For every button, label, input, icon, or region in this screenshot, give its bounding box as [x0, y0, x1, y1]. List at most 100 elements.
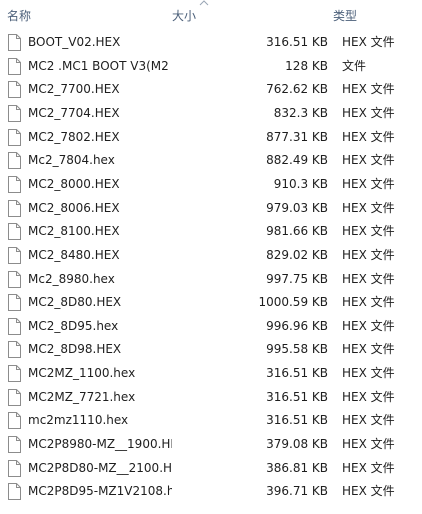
file-name: MC2_8100.HEX — [28, 224, 120, 239]
file-name: BOOT_V02.HEX — [28, 35, 121, 49]
file-row[interactable]: MC2_7704.HEX 832.3 KB HEX 文件 — [0, 103, 422, 127]
column-header-type[interactable]: 类型 — [333, 9, 357, 23]
file-type: HEX 文件 — [342, 460, 395, 475]
file-row[interactable]: MC2_7700.HEX 762.62 KB HEX 文件 — [0, 79, 422, 103]
file-name: mc2mz1110.hex — [28, 413, 129, 428]
file-type: 文件 — [342, 58, 367, 73]
file-icon — [8, 436, 21, 454]
file-type: HEX 文件 — [342, 295, 395, 310]
file-name: MC2P8980-MZ__1900.HE — [28, 437, 172, 452]
file-size: 832.3 KB — [273, 105, 328, 120]
file-row[interactable]: Mc2_8980.hex 997.75 KB HEX 文件 — [0, 269, 422, 293]
file-icon — [8, 365, 21, 383]
file-icon — [8, 81, 21, 99]
file-row[interactable]: MC2_8000.HEX 910.3 KB HEX 文件 — [0, 174, 422, 198]
file-type: HEX 文件 — [342, 35, 395, 49]
file-row[interactable]: MC2MZ_7721.hex 316.51 KB HEX 文件 — [0, 387, 422, 411]
file-row[interactable]: MC2_8D98.HEX 995.58 KB HEX 文件 — [0, 339, 422, 363]
file-list: BOOT_V02.HEX 316.51 KB HEX 文件 MC2 .MC1 BOOT… — [0, 32, 422, 514]
file-size: 762.62 KB — [266, 82, 328, 97]
file-icon — [8, 483, 21, 501]
file-type: HEX 文件 — [342, 389, 395, 404]
file-row[interactable]: MC2_7802.HEX 877.31 KB HEX 文件 — [0, 127, 422, 151]
file-name: Mc2_7804.hex — [28, 153, 115, 168]
file-row[interactable]: mc2mz1110.hex 316.51 KB HEX 文件 — [0, 410, 422, 434]
file-name: MC2_8D80.HEX — [28, 295, 122, 310]
file-type: HEX 文件 — [342, 176, 395, 191]
file-icon — [8, 104, 21, 122]
file-icon — [8, 459, 21, 477]
file-type: HEX 文件 — [342, 224, 395, 239]
file-size: 997.75 KB — [266, 271, 328, 286]
file-size: 979.03 KB — [266, 200, 328, 215]
file-name: MC2_7700.HEX — [28, 82, 120, 97]
file-type: HEX 文件 — [342, 484, 395, 499]
column-header-bar: 名称 大小 类型 — [0, 0, 422, 32]
file-size: 128 KB — [285, 58, 328, 73]
file-size: 396.71 KB — [266, 484, 328, 499]
file-size: 316.51 KB — [266, 35, 328, 49]
file-icon — [8, 175, 21, 193]
file-size: 386.81 KB — [266, 460, 328, 475]
file-name: MC2_7802.HEX — [28, 129, 120, 144]
file-icon — [8, 317, 21, 335]
file-name: MC2_8006.HEX — [28, 200, 120, 215]
file-row[interactable]: MC2_8D80.HEX 1000.59 KB HEX 文件 — [0, 292, 422, 316]
file-icon — [8, 128, 21, 146]
file-icon — [8, 57, 21, 75]
file-row[interactable]: MC2P8D95-MZ1V2108.he 396.71 KB HEX 文件 — [0, 481, 422, 505]
file-size: 1000.59 KB — [258, 295, 328, 310]
file-type: HEX 文件 — [342, 271, 395, 286]
file-size: 877.31 KB — [266, 129, 328, 144]
file-type: HEX 文件 — [342, 413, 395, 428]
file-type: HEX 文件 — [342, 366, 395, 381]
file-size: 996.96 KB — [266, 318, 328, 333]
file-size: 379.08 KB — [266, 437, 328, 452]
file-size: 829.02 KB — [266, 247, 328, 262]
file-icon — [8, 412, 21, 430]
file-icon — [8, 246, 21, 264]
file-icon — [8, 270, 21, 288]
file-type: HEX 文件 — [342, 153, 395, 168]
file-name: MC2_7704.HEX — [28, 105, 120, 120]
file-icon — [8, 223, 21, 241]
file-row[interactable]: MC2_8100.HEX 981.66 KB HEX 文件 — [0, 221, 422, 245]
file-icon — [8, 341, 21, 359]
file-type: HEX 文件 — [342, 82, 395, 97]
file-icon — [8, 388, 21, 406]
file-icon — [8, 199, 21, 217]
file-row[interactable]: MC2P8980-MZ__1900.HE 379.08 KB HEX 文件 — [0, 434, 422, 458]
sort-caret-icon — [199, 0, 209, 6]
column-header-size[interactable]: 大小 — [172, 9, 196, 23]
file-size: 316.51 KB — [266, 413, 328, 428]
file-row[interactable]: MC2P8D80-MZ__2100.HE 386.81 KB HEX 文件 — [0, 458, 422, 482]
file-size: 316.51 KB — [266, 389, 328, 404]
file-name: MC2_8D95.hex — [28, 318, 119, 333]
file-row[interactable]: MC2_8006.HEX 979.03 KB HEX 文件 — [0, 198, 422, 222]
file-type: HEX 文件 — [342, 105, 395, 120]
file-type: HEX 文件 — [342, 247, 395, 262]
file-icon — [8, 152, 21, 170]
file-name: MC2MZ_7721.hex — [28, 389, 136, 404]
file-size: 910.3 KB — [273, 176, 328, 191]
column-header-name[interactable]: 名称 — [7, 9, 31, 23]
file-size: 316.51 KB — [266, 366, 328, 381]
file-size: 981.66 KB — [266, 224, 328, 239]
file-row[interactable]: MC2MZ_1100.hex 316.51 KB HEX 文件 — [0, 363, 422, 387]
file-name: MC2MZ_1100.hex — [28, 366, 136, 381]
file-row[interactable]: Mc2_7804.hex 882.49 KB HEX 文件 — [0, 150, 422, 174]
file-name: MC2P8D80-MZ__2100.HE — [28, 460, 172, 475]
file-icon — [8, 34, 21, 51]
file-name: MC2P8D95-MZ1V2108.he — [28, 484, 172, 499]
file-type: HEX 文件 — [342, 129, 395, 144]
file-name: MC2_8D98.HEX — [28, 342, 122, 357]
file-row[interactable]: MC2 .MC1 BOOT V3(M2 128 KB 文件 — [0, 56, 422, 80]
file-name: MC2_8000.HEX — [28, 176, 120, 191]
file-type: HEX 文件 — [342, 437, 395, 452]
file-row[interactable]: BOOT_V02.HEX 316.51 KB HEX 文件 — [0, 32, 422, 56]
file-name: MC2 .MC1 BOOT V3(M2 — [28, 58, 169, 73]
file-row[interactable]: MC2_8480.HEX 829.02 KB HEX 文件 — [0, 245, 422, 269]
file-icon — [8, 294, 21, 312]
file-size: 995.58 KB — [266, 342, 328, 357]
file-row[interactable]: MC2_8D95.hex 996.96 KB HEX 文件 — [0, 316, 422, 340]
